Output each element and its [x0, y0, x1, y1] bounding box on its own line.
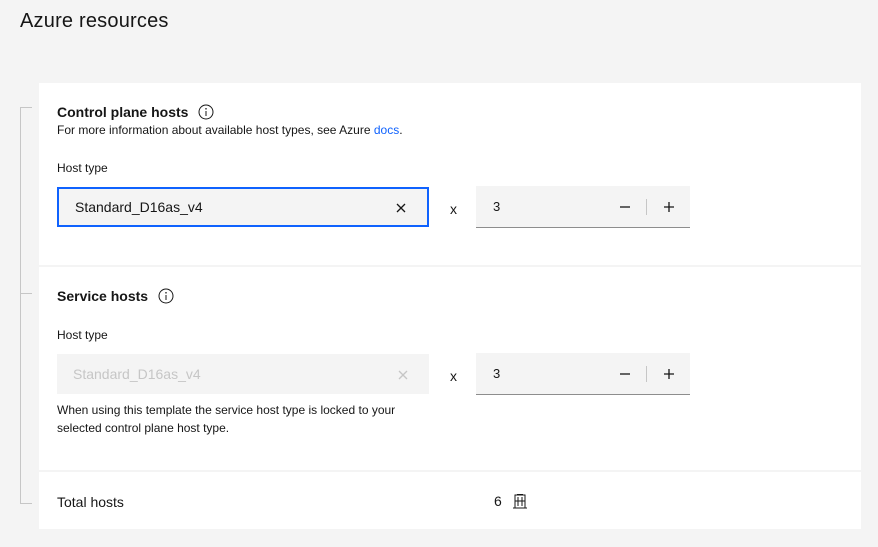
control-plane-heading: Control plane hosts: [57, 104, 214, 120]
total-hosts-value: 6: [494, 493, 528, 509]
page-title: Azure resources: [20, 10, 169, 32]
selected-host-type: Standard_D16as_v4: [73, 365, 201, 382]
multiplier-sign: x: [450, 201, 457, 217]
rail-tick: [21, 503, 32, 504]
azure-docs-link[interactable]: docs: [374, 123, 399, 137]
building-icon: [512, 493, 528, 509]
multiplier-sign: x: [450, 368, 457, 384]
section-divider: [39, 470, 861, 472]
info-icon[interactable]: [198, 104, 214, 120]
control-plane-heading-text: Control plane hosts: [57, 104, 189, 120]
tree-rail: [20, 107, 32, 504]
stepper-divider: [646, 366, 647, 382]
stepper-divider: [646, 199, 647, 215]
service-host-type-select: Standard_D16as_v4: [57, 354, 429, 394]
section-divider: [39, 265, 861, 267]
control-plane-count-stepper[interactable]: 3: [476, 186, 690, 228]
selected-host-type: Standard_D16as_v4: [75, 199, 203, 215]
count-value[interactable]: 3: [493, 366, 500, 381]
rail-tick: [21, 293, 32, 294]
clear-icon: [397, 368, 409, 380]
increment-button[interactable]: [648, 353, 690, 394]
service-host-type-label: Host type: [57, 328, 108, 342]
count-value[interactable]: 3: [493, 199, 500, 214]
increment-button[interactable]: [648, 186, 690, 227]
help-text: For more information about available hos…: [57, 123, 371, 137]
service-hosts-heading: Service hosts: [57, 288, 174, 304]
total-hosts-label: Total hosts: [57, 494, 124, 510]
service-count-stepper[interactable]: 3: [476, 353, 690, 395]
control-plane-host-type-select[interactable]: Standard_D16as_v4: [57, 187, 429, 227]
clear-icon[interactable]: [395, 201, 407, 213]
info-icon[interactable]: [158, 288, 174, 304]
decrement-button[interactable]: [604, 353, 646, 394]
resources-card: Control plane hosts For more information…: [39, 83, 861, 529]
total-hosts-count: 6: [494, 493, 502, 509]
control-plane-help: For more information about available hos…: [57, 123, 403, 137]
service-lock-note: When using this template the service hos…: [57, 403, 396, 435]
rail-tick: [21, 107, 32, 108]
decrement-button[interactable]: [604, 186, 646, 227]
help-suffix: .: [399, 123, 403, 137]
service-hosts-heading-text: Service hosts: [57, 288, 149, 304]
control-plane-host-type-label: Host type: [57, 161, 108, 175]
